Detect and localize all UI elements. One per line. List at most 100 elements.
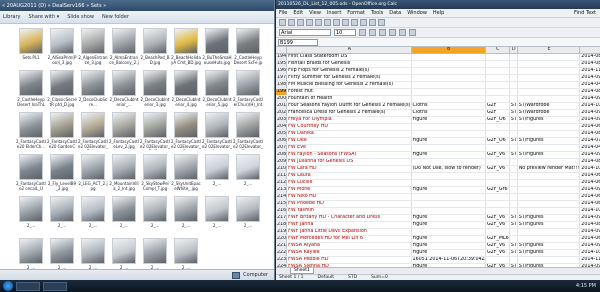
cell-d[interactable] <box>509 179 518 187</box>
row-header[interactable]: 217 <box>276 214 288 222</box>
cell-b[interactable] <box>411 60 486 68</box>
cell-d[interactable] <box>509 193 518 201</box>
taskbar-explorer-button[interactable] <box>16 281 40 291</box>
cell-a[interactable]: FW Laura <box>286 172 412 180</box>
file-thumbnail[interactable]: 2_... <box>109 196 139 236</box>
file-thumbnail[interactable]: 2_BuTheSmaHouseHuts.jpg <box>202 28 232 68</box>
cell-c[interactable]: G2F_O6 <box>485 116 510 124</box>
cell-e[interactable]: ST/Wardrobe <box>517 109 581 117</box>
cell-f[interactable]: 2014-08-13 T10: <box>579 158 600 166</box>
cell-c[interactable]: G2F_V6 <box>485 214 510 222</box>
cell-f[interactable]: 2014-09-11 T19: <box>579 186 600 194</box>
cell-c[interactable] <box>485 200 510 208</box>
cell-d[interactable] <box>509 158 518 166</box>
file-thumbnail[interactable]: 2_DecoClubInterior_3.jpg <box>140 70 170 110</box>
cell-a[interactable]: FWF Janna Little Devil Expansion <box>286 228 412 236</box>
cell-e[interactable]: ST/Figures <box>517 116 581 124</box>
file-thumbnail[interactable]: 2_BeachPod_BD.jpg <box>140 28 170 68</box>
cell-a[interactable]: FW Lucille <box>286 179 412 187</box>
row-header[interactable]: 198 <box>276 81 288 89</box>
cell-d[interactable]: ST <box>509 249 518 257</box>
cell-c[interactable]: G2F_V6 <box>485 242 510 250</box>
menu-insert[interactable]: Insert <box>327 10 341 16</box>
cell-c[interactable] <box>485 179 510 187</box>
file-thumbnail[interactable]: 2_... <box>47 196 77 236</box>
cell-c[interactable] <box>485 228 510 236</box>
cell-a[interactable]: Flirty Summer for Genesis 2 Female(s) <box>286 74 412 82</box>
cell-b[interactable]: Figure <box>411 235 486 243</box>
name-box[interactable]: B199 <box>278 38 318 46</box>
cell-a[interactable]: FWSA Kaylee <box>286 249 412 257</box>
row-header[interactable]: 202 <box>276 109 288 117</box>
cell-e[interactable] <box>517 88 581 96</box>
cell-a[interactable]: Fountain of Health <box>286 95 412 103</box>
cell-f[interactable]: 2014-11-06 T20: <box>579 256 600 264</box>
cell-f[interactable]: 2014-10-05 T07: <box>579 102 600 110</box>
cell-a[interactable]: FWF Mercedes HD for Mei Lin 6 <box>286 235 412 243</box>
cell-e[interactable] <box>517 95 581 103</box>
file-thumbnail[interactable]: 2_... <box>233 196 263 236</box>
cell-b[interactable] <box>411 179 486 187</box>
cell-a[interactable]: FWF Britany HD - Character and Dress <box>286 214 412 222</box>
file-thumbnail[interactable]: 2_FantasyCastle2 cecalL_Up... <box>16 154 46 194</box>
row-header[interactable]: 205 <box>276 130 288 138</box>
menu-view[interactable]: View <box>309 10 321 16</box>
cell-e[interactable] <box>517 235 581 243</box>
cell-f[interactable]: 2014-07-03 T09: <box>579 137 600 145</box>
cell-e[interactable] <box>517 186 581 194</box>
cell-d[interactable] <box>509 53 518 61</box>
new-document-icon[interactable] <box>279 19 286 26</box>
cell-c[interactable] <box>485 207 510 215</box>
cell-e[interactable] <box>517 74 581 82</box>
cell-a[interactable]: FW Yasmin <box>286 207 412 215</box>
open-icon[interactable] <box>288 19 295 26</box>
cell-b[interactable]: Figure <box>411 221 486 229</box>
cell-e[interactable] <box>517 60 581 68</box>
row-header[interactable]: 221 <box>276 242 288 250</box>
file-thumbnail[interactable]: 2_FantasyCastleLev_2.jpg <box>109 112 139 152</box>
cell-c[interactable] <box>485 81 510 89</box>
cell-c[interactable]: G2F_V6 <box>485 151 510 159</box>
cell-c[interactable]: G2F_V6 <box>485 249 510 257</box>
cell-c[interactable] <box>485 193 510 201</box>
font-size-select[interactable]: 10 <box>334 29 356 36</box>
menu-data[interactable]: Data <box>389 10 401 16</box>
cell-f[interactable]: 2014-06-06 T10: <box>579 179 600 187</box>
file-thumbnail[interactable]: 2_AlmaEntrance_Balcony_2.jpg <box>109 28 139 68</box>
cell-a[interactable]: FW Faylon - Seasons (FWSA) <box>286 151 412 159</box>
cell-c[interactable]: G2F_ML6 <box>485 235 510 243</box>
cell-b[interactable] <box>411 130 486 138</box>
explorer-path[interactable]: « 20AUG2011 (D) » DeaIServ166 » Sets » <box>2 3 106 9</box>
cell-e[interactable] <box>517 53 581 61</box>
cell-a[interactable]: FW Julianna for Genesis DS <box>286 158 412 166</box>
cell-c[interactable]: G2F_Gr6 <box>485 186 510 194</box>
cell-e[interactable] <box>517 130 581 138</box>
cell-f[interactable]: 2014-08-15 T11: <box>579 88 600 96</box>
cell-c[interactable]: G2F <box>485 102 510 110</box>
cell-d[interactable] <box>509 74 518 82</box>
cell-f[interactable]: 2014-09-05 T10: <box>579 74 600 82</box>
cell-f[interactable]: 2014-08-06 T01: <box>579 130 600 138</box>
cell-a[interactable]: First Class Stateroom DS <box>286 53 412 61</box>
file-thumbnail[interactable]: 2_SkyStowPelCompl_T.jpg <box>140 154 170 194</box>
cell-b[interactable] <box>411 95 486 103</box>
menu-format[interactable]: Format <box>347 10 365 16</box>
cell-a[interactable]: FWSA Alyana <box>286 242 412 250</box>
cell-d[interactable] <box>509 88 518 96</box>
cell-f[interactable]: 2014-09-03 T21: <box>579 109 600 117</box>
file-thumbnail[interactable]: 2_LEG_ACT_2.jpg <box>78 154 108 194</box>
row-header[interactable]: 222 <box>276 249 288 257</box>
cell-c[interactable] <box>485 74 510 82</box>
cell-a[interactable]: FW Phoebe HD <box>286 200 412 208</box>
save-icon[interactable] <box>297 19 304 26</box>
file-thumbnail[interactable]: 2_... <box>202 196 232 236</box>
cell-b[interactable]: Figure <box>411 242 486 250</box>
row-header[interactable]: 208 <box>276 151 288 159</box>
cell-e[interactable]: ST/Figures <box>517 151 581 159</box>
cell-e[interactable] <box>517 207 581 215</box>
file-thumbnail[interactable]: 2_AlgenEntrance_3.jpg <box>78 28 108 68</box>
cell-b[interactable] <box>411 67 486 75</box>
file-thumbnail[interactable]: 2_DecoClubInterior_... <box>109 70 139 110</box>
cell-d[interactable] <box>509 207 518 215</box>
row-header[interactable]: 219 <box>276 228 288 236</box>
